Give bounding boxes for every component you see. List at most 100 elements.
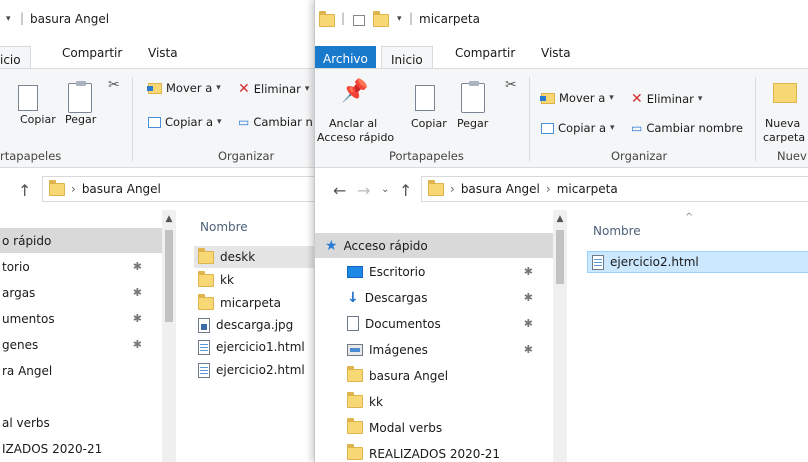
quick-access-dropdown-icon[interactable]: ▾ xyxy=(397,14,402,24)
html-file-icon xyxy=(592,254,604,270)
new-folder-button[interactable]: Nueva xyxy=(765,117,800,130)
title-separator: | xyxy=(409,11,414,25)
nav-item-modal-verbs[interactable]: Modal verbs xyxy=(315,415,553,440)
nav-item-label: IZADOS 2020-21 xyxy=(2,441,103,456)
cut-icon[interactable]: ✂ xyxy=(108,77,120,93)
folder-icon xyxy=(319,11,335,27)
delete-button[interactable]: ✕ Eliminar ▾ xyxy=(631,91,702,107)
copy-to-button[interactable]: Copiar a ▾ xyxy=(541,121,615,135)
file-row-micarpeta[interactable]: micarpeta xyxy=(194,292,281,314)
nav-item-label: REALIZADOS 2020-21 xyxy=(369,446,501,461)
breadcrumb-segment-current[interactable]: micarpeta xyxy=(557,182,618,196)
file-row-descarga-jpg[interactable]: descarga.jpg xyxy=(194,314,293,336)
file-row-ejercicio1[interactable]: ejercicio1.html xyxy=(194,336,305,358)
forward-arrow-icon[interactable]: → xyxy=(357,181,370,200)
nav-item-kk[interactable]: kk xyxy=(315,389,553,414)
copy-to-label: Copiar a xyxy=(165,115,214,129)
scroll-up-icon[interactable]: ▲ xyxy=(162,214,176,224)
nav-item-quick-access[interactable]: ★ Acceso rápido xyxy=(315,233,553,258)
copy-to-button[interactable]: Copiar a ▾ xyxy=(148,115,222,129)
html-file-icon xyxy=(198,362,210,378)
nav-item-documents[interactable]: Documentos ✱ xyxy=(315,311,553,336)
rename-label: Cambiar n xyxy=(253,115,313,129)
file-row-deskk[interactable]: deskk xyxy=(194,246,322,268)
move-to-button[interactable]: Mover a ▾ xyxy=(540,91,614,105)
nav-item-modal-verbs[interactable]: al verbs xyxy=(0,410,162,435)
title-separator: | xyxy=(341,11,346,25)
clipboard-group-label: rtapapeles xyxy=(0,149,62,163)
address-bar[interactable]: › basura Angel › micarpeta xyxy=(421,176,808,202)
download-icon: ↓ xyxy=(347,289,359,306)
back-arrow-icon[interactable]: ← xyxy=(333,181,346,200)
ribbon-divider xyxy=(132,77,133,161)
scroll-up-icon[interactable]: ▲ xyxy=(553,214,567,224)
paste-icon[interactable] xyxy=(461,81,485,113)
column-header-name[interactable]: Nombre xyxy=(593,224,641,238)
nav-pane-scrollbar[interactable]: ▲ xyxy=(553,210,567,462)
nav-item-basura-angel[interactable]: ra Angel xyxy=(0,358,162,383)
rename-button[interactable]: ▭ Cambiar n xyxy=(238,115,313,129)
tab-share[interactable]: Compartir xyxy=(62,46,122,60)
copy-icon[interactable] xyxy=(415,85,435,111)
pin-icon: ✱ xyxy=(523,291,533,304)
up-arrow-icon[interactable]: ↑ xyxy=(399,181,412,200)
title-bar[interactable]: | ▾ | micarpeta xyxy=(315,0,808,40)
move-to-button[interactable]: Mover a ▾ xyxy=(147,81,221,95)
jpg-file-icon xyxy=(198,317,210,333)
nav-item-desktop[interactable]: torio ✱ xyxy=(0,254,162,279)
up-arrow-icon[interactable]: ↑ xyxy=(18,181,31,200)
nav-item-label: Modal verbs xyxy=(369,420,443,435)
delete-button[interactable]: ✕ Eliminar ▾ xyxy=(238,81,309,97)
copy-button[interactable]: Copiar xyxy=(20,113,56,126)
new-folder-icon[interactable] xyxy=(773,83,797,103)
nav-item-downloads[interactable]: argas ✱ xyxy=(0,280,162,305)
paste-button[interactable]: Pegar xyxy=(457,117,488,130)
nav-item-pictures[interactable]: genes ✱ xyxy=(0,332,162,357)
nav-pane-scrollbar[interactable]: ▲ xyxy=(162,210,176,462)
pin-icon[interactable]: 📌 xyxy=(341,79,368,104)
address-bar[interactable]: › basura Angel xyxy=(42,176,322,202)
scrollbar-thumb[interactable] xyxy=(165,230,173,322)
file-name: kk xyxy=(220,273,234,287)
nav-item-documents[interactable]: umentos ✱ xyxy=(0,306,162,331)
tab-share[interactable]: Compartir xyxy=(455,46,515,60)
delete-label: Eliminar xyxy=(646,92,694,106)
title-bar[interactable]: ▾ | basura Angel xyxy=(0,0,322,40)
nav-item-downloads[interactable]: ↓ Descargas ✱ xyxy=(315,285,553,310)
quick-access-dropdown-icon[interactable]: ▾ xyxy=(6,14,11,24)
delete-label: Eliminar xyxy=(253,82,301,96)
breadcrumb-segment[interactable]: basura Angel xyxy=(82,182,161,196)
copy-icon[interactable] xyxy=(18,85,38,111)
chevron-down-icon: ▾ xyxy=(216,83,221,93)
nav-item-realizados[interactable]: REALIZADOS 2020-21 xyxy=(315,441,553,462)
tab-view[interactable]: Vista xyxy=(541,46,571,60)
cut-icon[interactable]: ✂ xyxy=(505,77,517,93)
scrollbar-thumb[interactable] xyxy=(556,230,564,284)
explorer-window-micarpeta: | ▾ | micarpeta Archivo Inicio Compartir… xyxy=(314,0,808,462)
paste-icon[interactable] xyxy=(68,81,92,113)
new-folder-label: carpeta xyxy=(763,131,806,144)
tab-view[interactable]: Vista xyxy=(148,46,178,60)
pin-icon: ✱ xyxy=(132,260,142,273)
copy-button[interactable]: Copiar xyxy=(411,117,447,130)
pin-quick-access-button[interactable]: Anclar al xyxy=(329,117,377,130)
paste-button[interactable]: Pegar xyxy=(65,113,96,126)
column-header-name[interactable]: Nombre xyxy=(200,220,248,234)
nav-item-quick-access[interactable]: o rápido xyxy=(0,228,162,253)
rename-button[interactable]: ▭ Cambiar nombre xyxy=(631,121,743,135)
recent-locations-chevron-icon[interactable]: ⌄ xyxy=(381,184,389,195)
properties-icon[interactable] xyxy=(353,15,365,26)
copy-to-icon xyxy=(541,122,554,134)
file-row-ejercicio2[interactable]: ejercicio2.html xyxy=(587,251,808,273)
nav-item-basura-angel[interactable]: basura Angel xyxy=(315,363,553,388)
file-row-ejercicio2[interactable]: ejercicio2.html xyxy=(194,359,305,381)
breadcrumb-segment-parent[interactable]: basura Angel xyxy=(461,182,540,196)
pin-icon: ✱ xyxy=(132,286,142,299)
rename-icon: ▭ xyxy=(631,121,643,135)
file-row-kk[interactable]: kk xyxy=(194,269,234,291)
nav-item-desktop[interactable]: Escritorio ✱ xyxy=(315,259,553,284)
nav-item-realizados[interactable]: IZADOS 2020-21 xyxy=(0,436,162,461)
folder-icon xyxy=(49,179,65,196)
new-folder-quick-icon[interactable] xyxy=(373,11,389,27)
nav-item-pictures[interactable]: Imágenes ✱ xyxy=(315,337,553,362)
